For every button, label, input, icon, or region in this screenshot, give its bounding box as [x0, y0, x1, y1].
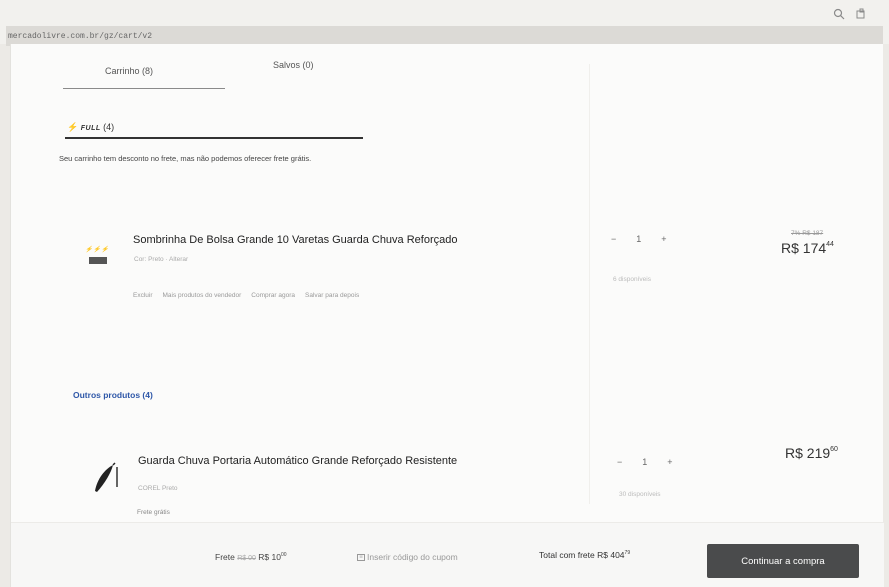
shipping-new-price: R$ 10 — [258, 552, 281, 562]
price-cents: 44 — [826, 241, 834, 248]
puzzle-icon[interactable] — [855, 8, 867, 23]
cart-page: Carrinho (8) Salvos (0) ⚡ FULL (4) Seu c… — [10, 44, 884, 587]
product-title[interactable]: Sombrinha De Bolsa Grande 10 Varetas Gua… — [133, 234, 457, 246]
coupon-link[interactable]: ≡ Inserir código do cupom — [357, 552, 458, 562]
total-label: Total com frete — [539, 550, 595, 560]
quantity-value[interactable]: 1 — [636, 234, 641, 244]
full-badge: FULL — [80, 125, 101, 132]
old-price: 7% R$ 187 — [791, 230, 824, 237]
price-cents: 60 — [830, 446, 838, 453]
footer-divider — [11, 522, 884, 523]
item-actions: Excluir Mais produtos do vendedor Compra… — [133, 292, 359, 299]
stock-availability: 30 disponíveis — [619, 491, 661, 498]
total-cents: 79 — [624, 550, 631, 556]
tab-cart[interactable]: Carrinho (8) — [105, 66, 153, 76]
shipping-notice: Seu carrinho tem desconto no frete, mas … — [59, 154, 312, 163]
decrement-button[interactable]: − — [611, 234, 616, 244]
quantity-stepper: − 1 + — [611, 234, 667, 244]
coupon-icon: ≡ — [357, 554, 365, 562]
continue-purchase-button[interactable]: Continuar a compra — [707, 544, 859, 578]
free-shipping-label: Frete grátis — [137, 509, 170, 516]
product-thumbnail[interactable]: ⚡⚡⚡ — [85, 246, 115, 270]
price-main: R$ 174 — [781, 240, 827, 256]
column-divider — [589, 64, 590, 504]
tab-saved[interactable]: Salvos (0) — [273, 60, 314, 70]
full-count: (4) — [103, 122, 115, 132]
full-section-header: ⚡ FULL (4) — [67, 122, 114, 133]
shipping-summary: Frete R$ 00 R$ 1000 — [215, 552, 287, 562]
shipping-label: Frete — [215, 552, 235, 562]
full-progress-bar — [65, 137, 363, 139]
increment-button[interactable]: + — [661, 234, 666, 244]
umbrella-icon — [95, 462, 118, 492]
item-price: R$ 21960 — [785, 445, 838, 461]
quantity-stepper: − 1 + — [617, 457, 673, 467]
tab-underline — [63, 88, 225, 89]
product-thumbnail[interactable] — [91, 461, 121, 495]
full-logo-icon: ⚡⚡⚡ — [85, 247, 109, 253]
umbrella-pack-icon — [89, 257, 107, 264]
quantity-value[interactable]: 1 — [642, 457, 647, 467]
shipping-old-price: R$ 00 — [237, 555, 256, 562]
price-main: R$ 219 — [785, 445, 831, 461]
other-products-header: Outros produtos (4) — [73, 390, 153, 400]
cart-tabs: Carrinho (8) Salvos (0) — [63, 60, 363, 90]
browser-icons — [833, 8, 867, 23]
stock-availability: 6 disponíveis — [613, 276, 651, 283]
save-for-later-link[interactable]: Salvar para depois — [305, 292, 359, 299]
lightning-icon: ⚡ — [67, 122, 79, 132]
item-price: R$ 17444 — [781, 240, 834, 256]
url-bar[interactable]: mercadolivre.com.br/gz/cart/v2 — [6, 26, 883, 46]
more-seller-products-link[interactable]: Mais produtos do vendedor — [163, 292, 242, 299]
search-icon[interactable] — [833, 8, 845, 23]
product-title[interactable]: Guarda Chuva Portaria Automático Grande … — [138, 455, 457, 467]
increment-button[interactable]: + — [667, 457, 672, 467]
buy-now-link[interactable]: Comprar agora — [251, 292, 295, 299]
shipping-new-cents: 00 — [280, 552, 287, 558]
decrement-button[interactable]: − — [617, 457, 622, 467]
product-variant: Cor: Preto · Alterar — [134, 256, 189, 263]
total-summary: Total com frete R$ 40479 — [539, 550, 630, 560]
delete-link[interactable]: Excluir — [133, 292, 153, 299]
total-value: R$ 404 — [597, 550, 625, 560]
coupon-label: Inserir código do cupom — [367, 552, 458, 562]
cart-footer: Frete R$ 00 R$ 1000 ≡ Inserir código do c… — [11, 522, 884, 587]
product-variant: COREL Preto — [138, 485, 178, 492]
